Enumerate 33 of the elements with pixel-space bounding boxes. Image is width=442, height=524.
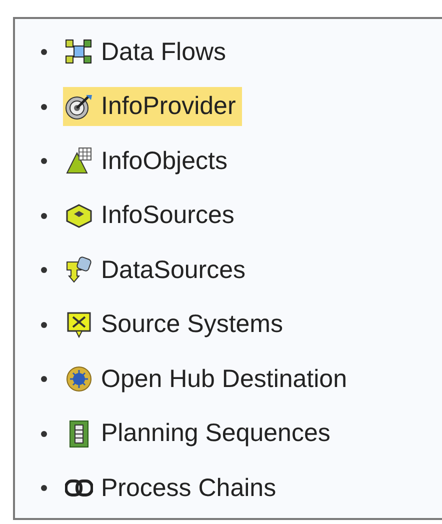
item-label: Open Hub Destination — [101, 364, 347, 394]
list-item[interactable]: Process Chains — [63, 468, 282, 508]
box-cross-icon — [65, 310, 93, 339]
bullet-icon — [41, 49, 47, 56]
list-item[interactable]: InfoProvider — [63, 87, 242, 126]
item-label: Process Chains — [101, 474, 276, 503]
item-label: Planning Sequences — [101, 419, 330, 448]
list-item[interactable]: Data Flows — [63, 32, 232, 72]
target-icon — [65, 92, 93, 121]
bullet-icon — [41, 212, 47, 219]
gear-coin-icon — [65, 365, 93, 394]
item-label: InfoProvider — [101, 92, 236, 122]
item-label: DataSources — [101, 256, 246, 285]
bullet-icon — [41, 430, 47, 437]
bullet-icon — [41, 376, 47, 382]
flow-diagram-icon — [65, 38, 93, 66]
list-item[interactable]: InfoObjects — [63, 142, 234, 181]
list-item[interactable]: Planning Sequences — [63, 414, 336, 454]
list-item[interactable]: InfoSources — [63, 196, 240, 236]
item-label: Source Systems — [101, 310, 284, 340]
item-label: InfoSources — [101, 201, 234, 230]
list-item[interactable]: Open Hub Destination — [63, 360, 353, 399]
item-label: InfoObjects — [101, 146, 228, 176]
bullet-icon — [41, 158, 47, 164]
item-label: Data Flows — [101, 38, 226, 67]
bullet-icon — [41, 267, 47, 274]
cube-icon — [65, 202, 93, 230]
list-item[interactable]: DataSources — [63, 250, 252, 290]
bullet-icon — [41, 485, 47, 492]
bullet-icon — [41, 322, 47, 328]
pyramid-grid-icon — [65, 147, 93, 176]
list-item[interactable]: Source Systems — [63, 305, 290, 344]
bullet-icon — [41, 104, 47, 110]
